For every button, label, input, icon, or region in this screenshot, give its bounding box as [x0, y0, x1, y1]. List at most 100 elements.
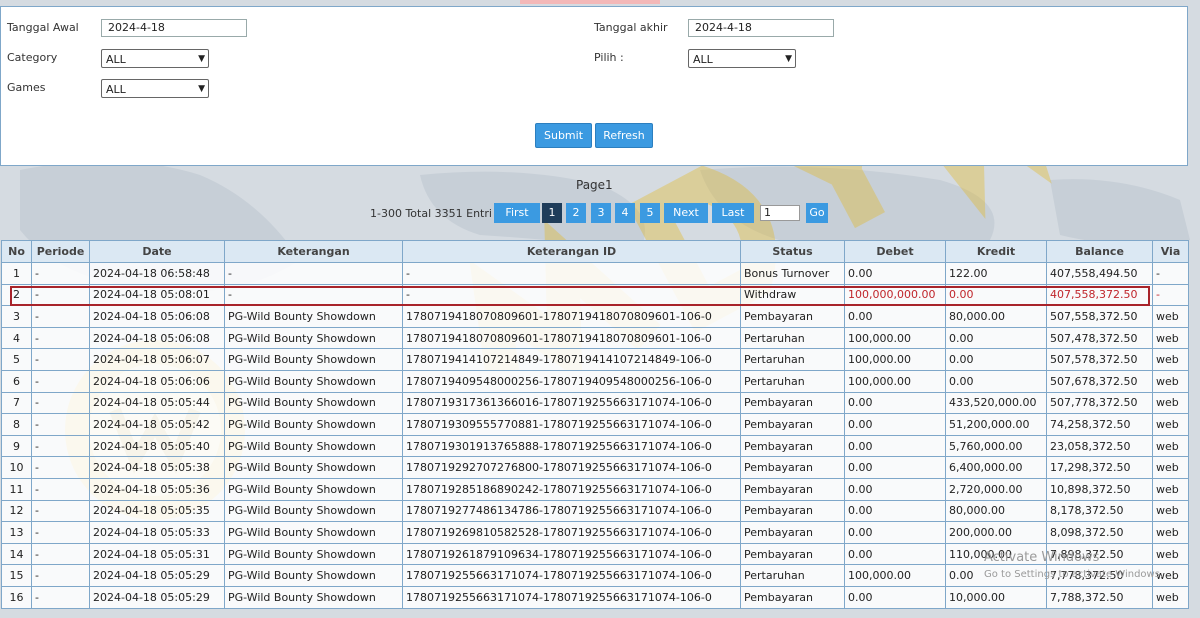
- category-label: Category: [7, 51, 58, 64]
- submit-button[interactable]: Submit: [535, 123, 592, 148]
- page-button-2[interactable]: 2: [566, 203, 586, 223]
- cell-via: web: [1152, 326, 1189, 350]
- cell-debet: 100,000.00: [844, 348, 946, 371]
- cell-balance: 407,558,494.50: [1046, 262, 1153, 285]
- cell-keterangan-id: 1780719269810582528-1780719255663171074-…: [402, 521, 741, 544]
- cell-debet: 0.00: [844, 434, 946, 458]
- cell-date: 2024-04-18 05:05:42: [89, 413, 225, 436]
- cell-status: Pertaruhan: [740, 369, 845, 393]
- cell-keterangan: PG-Wild Bounty Showdown: [224, 326, 403, 350]
- cell-date: 2024-04-18 06:58:48: [89, 262, 225, 285]
- cell-status: Pembayaran: [740, 434, 845, 458]
- cell-balance: 507,578,372.50: [1046, 348, 1153, 371]
- table-row: 7-2024-04-18 05:05:44 PG-Wild Bounty Show…: [1, 391, 1189, 415]
- category-select[interactable]: ALL ▼: [101, 49, 209, 68]
- page-button-3[interactable]: 3: [591, 203, 611, 223]
- cell-no: 14: [1, 542, 32, 566]
- cell-debet: 0.00: [844, 521, 946, 544]
- column-header-status: Status: [740, 240, 845, 263]
- cell-balance: 74,258,372.50: [1046, 413, 1153, 436]
- cell-periode: -: [31, 369, 90, 393]
- page-button-4[interactable]: 4: [615, 203, 635, 223]
- cell-debet: 0.00: [844, 305, 946, 328]
- refresh-button[interactable]: Refresh: [595, 123, 653, 148]
- cell-debet: 0.00: [844, 585, 946, 609]
- cell-date: 2024-04-18 05:05:40: [89, 434, 225, 458]
- cell-balance: 507,558,372.50: [1046, 305, 1153, 328]
- cell-no: 11: [1, 477, 32, 501]
- column-header-date: Date: [89, 240, 225, 263]
- cell-status: Pembayaran: [740, 521, 845, 544]
- total-entries-label: 1-300 Total 3351 Entri: [370, 207, 492, 220]
- cell-periode: -: [31, 326, 90, 350]
- cell-date: 2024-04-18 05:05:35: [89, 499, 225, 523]
- cell-no: 13: [1, 521, 32, 544]
- cell-debet: 0.00: [844, 542, 946, 566]
- cell-keterangan: PG-Wild Bounty Showdown: [224, 564, 403, 587]
- tanggal-awal-input[interactable]: 2024-4-18: [101, 19, 247, 37]
- cell-date: 2024-04-18 05:05:36: [89, 477, 225, 501]
- table-row: 12-2024-04-18 05:05:35 PG-Wild Bounty Sho…: [1, 499, 1189, 523]
- cell-no: 10: [1, 456, 32, 479]
- cell-keterangan: PG-Wild Bounty Showdown: [224, 499, 403, 523]
- page-button-1[interactable]: 1: [542, 203, 562, 223]
- cell-keterangan: PG-Wild Bounty Showdown: [224, 305, 403, 328]
- cell-kredit: 6,400,000.00: [945, 456, 1047, 479]
- cell-date: 2024-04-18 05:05:29: [89, 564, 225, 587]
- table-row: 8-2024-04-18 05:05:42 PG-Wild Bounty Show…: [1, 413, 1189, 436]
- cell-via: web: [1152, 305, 1189, 328]
- cell-periode: -: [31, 456, 90, 479]
- cell-periode: -: [31, 262, 90, 285]
- cell-via: web: [1152, 585, 1189, 609]
- cell-keterangan-id: 1780719414107214849-1780719414107214849-…: [402, 348, 741, 371]
- cell-no: 7: [1, 391, 32, 415]
- cell-kredit: 0.00: [945, 369, 1047, 393]
- cell-balance: 8,178,372.50: [1046, 499, 1153, 523]
- tanggal-akhir-input[interactable]: 2024-4-18: [688, 19, 834, 37]
- pilih-select[interactable]: ALL ▼: [688, 49, 796, 68]
- cell-keterangan-id: 1780719317361366016-1780719255663171074-…: [402, 391, 741, 415]
- cell-status: Pertaruhan: [740, 564, 845, 587]
- go-button[interactable]: Go: [806, 203, 828, 223]
- pilih-select-value: ALL: [693, 53, 713, 66]
- cell-status: Pembayaran: [740, 391, 845, 415]
- cell-keterangan-id: 1780719292707276800-1780719255663171074-…: [402, 456, 741, 479]
- cell-periode: -: [31, 413, 90, 436]
- cell-no: 3: [1, 305, 32, 328]
- table-row: 6-2024-04-18 05:06:06 PG-Wild Bounty Show…: [1, 369, 1189, 393]
- games-select[interactable]: ALL ▼: [101, 79, 209, 98]
- cell-via: web: [1152, 348, 1189, 371]
- tanggal-akhir-label: Tanggal akhir: [594, 21, 668, 34]
- cell-no: 1: [1, 262, 32, 285]
- cell-status: Pertaruhan: [740, 348, 845, 371]
- page-button-5[interactable]: 5: [640, 203, 660, 223]
- cell-balance: 507,778,372.50: [1046, 391, 1153, 415]
- cell-keterangan-id: 1780719301913765888-1780719255663171074-…: [402, 434, 741, 458]
- games-label: Games: [7, 81, 46, 94]
- cell-keterangan: PG-Wild Bounty Showdown: [224, 348, 403, 371]
- cell-kredit: 433,520,000.00: [945, 391, 1047, 415]
- cell-via: -: [1152, 262, 1189, 285]
- activate-title: Activate Windows: [984, 550, 1100, 565]
- next-page-button[interactable]: Next: [664, 203, 708, 223]
- cell-keterangan-id: 1780719409548000256-1780719409548000256-…: [402, 369, 741, 393]
- last-page-button[interactable]: Last: [712, 203, 754, 223]
- column-header-balance: Balance: [1046, 240, 1153, 263]
- cell-kredit: 0.00: [945, 348, 1047, 371]
- cell-kredit: 10,000.00: [945, 585, 1047, 609]
- cell-no: 5: [1, 348, 32, 371]
- page-label: Page1: [576, 178, 613, 192]
- cell-periode: -: [31, 542, 90, 566]
- cell-date: 2024-04-18 05:05:29: [89, 585, 225, 609]
- cell-status: Pembayaran: [740, 585, 845, 609]
- column-header-no: No: [1, 240, 32, 263]
- cell-via: web: [1152, 499, 1189, 523]
- cell-keterangan: PG-Wild Bounty Showdown: [224, 585, 403, 609]
- cell-no: 4: [1, 326, 32, 350]
- cell-balance: 8,098,372.50: [1046, 521, 1153, 544]
- goto-page-input[interactable]: 1: [760, 205, 800, 221]
- first-page-button[interactable]: First: [494, 203, 540, 223]
- cell-periode: -: [31, 305, 90, 328]
- cell-date: 2024-04-18 05:05:33: [89, 521, 225, 544]
- cell-debet: 100,000.00: [844, 326, 946, 350]
